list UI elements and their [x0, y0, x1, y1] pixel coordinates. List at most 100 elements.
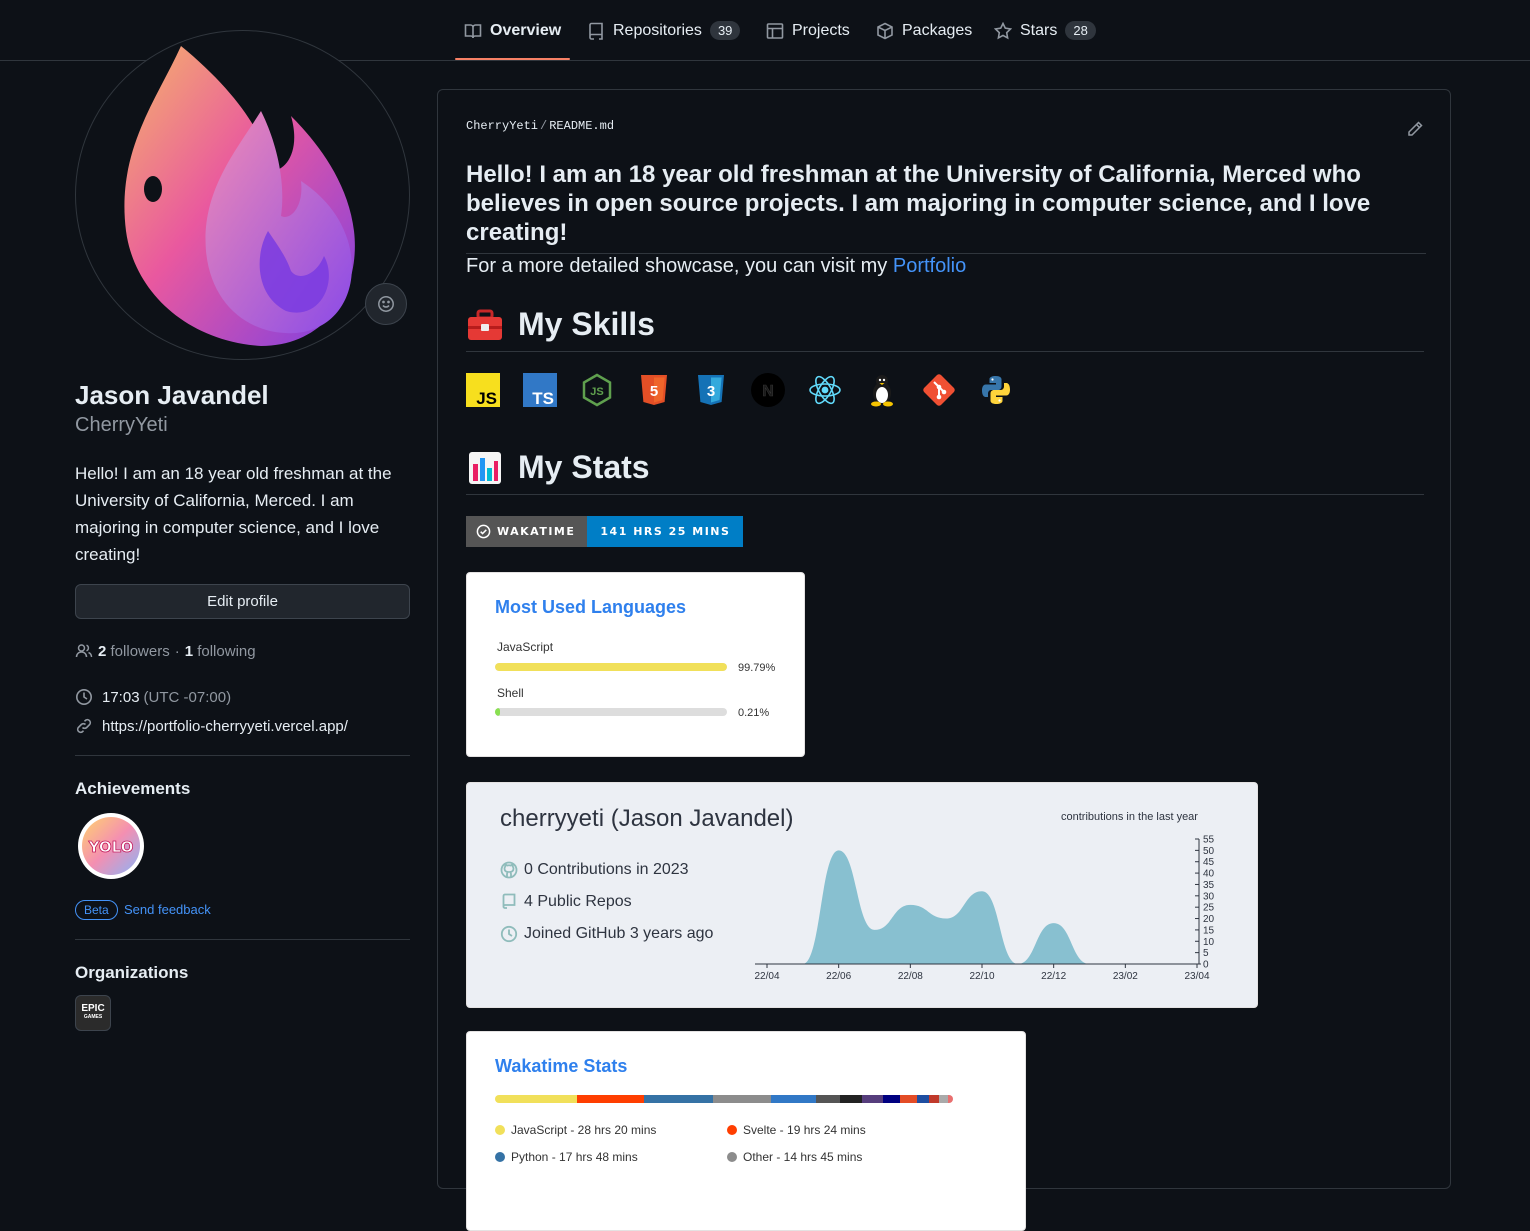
- org-epic-games-avatar[interactable]: EPIC GAMES: [75, 995, 111, 1031]
- y-tick-label: 20: [1203, 914, 1215, 925]
- stats-heading: My Stats: [466, 449, 1424, 495]
- tab-label: Packages: [902, 22, 973, 39]
- language-percent: 99.79%: [738, 662, 776, 674]
- tab-packages[interactable]: Packages: [876, 14, 972, 60]
- repositories-counter: 39: [709, 21, 741, 40]
- language-name: Shell: [497, 686, 524, 700]
- book-icon: [464, 24, 482, 39]
- language-bar-fill: [495, 663, 727, 671]
- showcase-text: For a more detailed showcase, you can vi…: [466, 255, 888, 277]
- wakatime-badge[interactable]: WAKATIME 141 HRS 25 MINS: [466, 516, 744, 547]
- x-tick-label: 23/02: [1113, 971, 1138, 982]
- tab-stars[interactable]: Stars 28: [994, 14, 1096, 60]
- skills-title: My Skills: [518, 306, 655, 342]
- wakatime-bar-segment: [948, 1095, 953, 1103]
- wakatime-bar-segment: [916, 1095, 929, 1103]
- y-tick-label: 25: [1203, 903, 1215, 914]
- wakatime-legend-item: JavaScript - 28 hrs 20 mins: [495, 1123, 656, 1137]
- timezone: (UTC -07:00): [143, 688, 232, 706]
- wakatime-card-title: Wakatime Stats: [495, 1056, 628, 1076]
- profile-login: CherryYeti: [75, 414, 168, 436]
- x-tick-label: 22/04: [754, 971, 779, 982]
- smiley-icon: [378, 296, 394, 312]
- wakatime-legend-item: Svelte - 19 hrs 24 mins: [727, 1123, 866, 1137]
- wakatime-bar-segment: [643, 1095, 714, 1103]
- y-tick-label: 10: [1203, 937, 1215, 948]
- wakatime-legend-item: Other - 14 hrs 45 mins: [727, 1150, 862, 1164]
- table-icon: [766, 23, 784, 39]
- legend-dot: [727, 1125, 737, 1135]
- y-tick-label: 55: [1203, 835, 1215, 846]
- yolo-achievement-badge[interactable]: YOLO: [77, 812, 145, 880]
- tab-repositories[interactable]: Repositories 39: [587, 14, 741, 60]
- linux-icon: [865, 373, 899, 407]
- git-icon: [922, 373, 956, 407]
- avatar[interactable]: [75, 30, 410, 360]
- toolbox-icon: [468, 309, 502, 340]
- tab-label: Stars: [1020, 22, 1058, 39]
- org-logo-text: EPIC: [81, 1003, 105, 1014]
- tab-projects[interactable]: Projects: [766, 14, 850, 60]
- follow-separator: ·: [174, 642, 180, 660]
- language-bar-track: [495, 663, 727, 671]
- wakatime-value: 141 HRS 25 MINS: [587, 516, 744, 547]
- wakatime-badge-label: WAKATIME: [466, 516, 588, 547]
- stars-counter: 28: [1065, 21, 1096, 40]
- skills-heading: My Skills: [466, 306, 1424, 352]
- beta-badge: Beta: [75, 900, 118, 920]
- x-tick-label: 22/06: [826, 971, 851, 982]
- website-link[interactable]: https://portfolio-cherryyeti.vercel.app/: [102, 718, 348, 735]
- star-icon: [994, 22, 1012, 40]
- bar-chart-emoji-icon: [469, 451, 501, 484]
- legend-label: Svelte - 19 hrs 24 mins: [743, 1123, 866, 1137]
- local-time: 17:03 (UTC -07:00): [75, 688, 231, 706]
- flame-avatar-image: [124, 46, 355, 346]
- wakatime-bar-segment: [928, 1095, 939, 1103]
- y-tick-label: 40: [1203, 869, 1215, 880]
- website: https://portfolio-cherryyeti.vercel.app/: [75, 717, 348, 735]
- wakatime-bar-segment: [495, 1095, 577, 1103]
- wakatime-label: WAKATIME: [497, 525, 576, 538]
- set-status-button[interactable]: [365, 283, 407, 325]
- clock-icon: [76, 689, 92, 705]
- portfolio-link[interactable]: Portfolio: [893, 255, 966, 277]
- achievements-title: Achievements: [75, 779, 191, 798]
- yolo-badge-text: YOLO: [88, 838, 134, 856]
- wakatime-bar-segment: [883, 1095, 901, 1103]
- wakatime-bar-segment: [938, 1095, 949, 1103]
- react-icon: [808, 373, 842, 407]
- divider: [75, 939, 410, 940]
- css3-badge-text: 3: [707, 383, 715, 400]
- profile-bio: Hello! I am an 18 year old freshman at t…: [75, 464, 392, 564]
- x-tick-label: 22/08: [898, 971, 923, 982]
- nodejs-icon: JS: [580, 373, 614, 407]
- nextjs-icon: N: [751, 373, 785, 407]
- readme-intro-heading: Hello! I am an 18 year old freshman at t…: [466, 160, 1426, 254]
- send-feedback-link[interactable]: Send feedback: [124, 902, 211, 917]
- contributions-area-chart: 22/04 22/06 22/08 22/10 22/12 23/02 23/0455504…: [754, 835, 1215, 983]
- tab-overview[interactable]: Overview: [454, 14, 571, 60]
- wakatime-progress-bar: [495, 1095, 953, 1103]
- followers-link[interactable]: 2 followers: [98, 643, 170, 660]
- wakatime-bar-segment: [816, 1095, 841, 1103]
- tab-label: Overview: [490, 22, 562, 39]
- y-tick-label: 35: [1203, 880, 1215, 891]
- follow-stats: 2 followers · 1 following: [75, 642, 256, 660]
- language-percent: 0.21%: [738, 707, 770, 719]
- edit-profile-button[interactable]: Edit profile: [75, 584, 410, 619]
- readme-breadcrumb: CherryYeti / README.md: [466, 119, 614, 133]
- wakatime-legend-item: Python - 17 hrs 48 mins: [495, 1150, 638, 1164]
- edit-readme-pencil-icon[interactable]: [1406, 120, 1424, 138]
- legend-label: Other - 14 hrs 45 mins: [743, 1150, 863, 1164]
- wakatime-bar-segment: [900, 1095, 917, 1103]
- wakatime-logo-icon: [476, 524, 491, 539]
- readme-card: CherryYeti / README.md Hello! I am an 18 y…: [437, 89, 1451, 1231]
- following-link[interactable]: 1 following: [185, 643, 256, 660]
- readme-owner-link[interactable]: CherryYeti: [466, 119, 538, 133]
- repo-icon: [589, 22, 603, 40]
- x-tick-label: 22/10: [969, 971, 994, 982]
- html5-icon: 5: [637, 373, 671, 407]
- readme-file-link[interactable]: README.md: [549, 119, 614, 133]
- wakatime-stats-card: Wakatime Stats JavaScript - 28 hrs 20 mi…: [466, 1031, 1026, 1231]
- languages-card-title: Most Used Languages: [495, 597, 687, 617]
